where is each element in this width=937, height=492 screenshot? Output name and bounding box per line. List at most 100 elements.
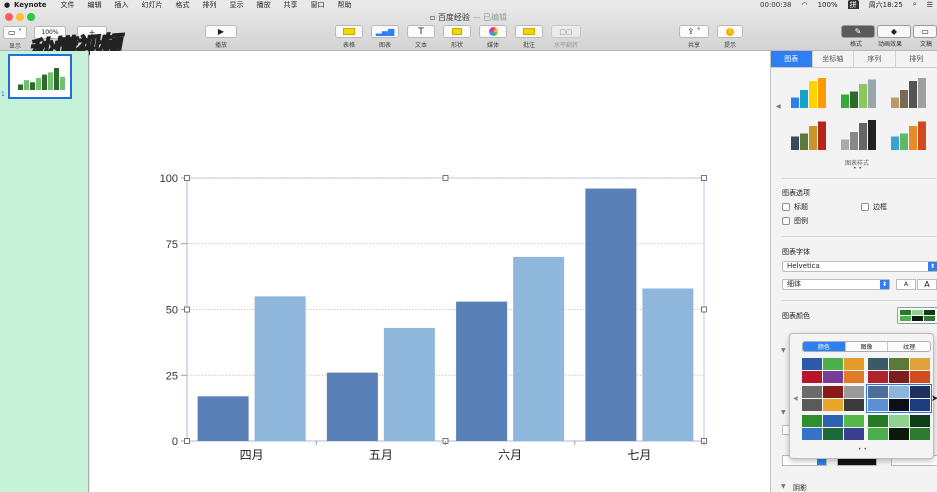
menu-help[interactable]: 帮助 bbox=[338, 0, 352, 9]
y-tick-label: 0 bbox=[172, 436, 178, 448]
bar[interactable] bbox=[513, 256, 565, 441]
font-larger-button[interactable]: A bbox=[917, 279, 937, 290]
menu-slide[interactable]: 幻灯片 bbox=[142, 0, 163, 9]
tab-series[interactable]: 序列 bbox=[854, 51, 896, 67]
document-label: 文稿 bbox=[920, 41, 933, 48]
input-method[interactable]: 拼 bbox=[847, 0, 859, 9]
shape-icon bbox=[452, 28, 462, 35]
color-palette[interactable] bbox=[868, 358, 930, 383]
disclosure-triangle-icon[interactable]: ▼ bbox=[781, 409, 786, 416]
chart-button[interactable]: ▂▄▆ 图表 bbox=[371, 25, 399, 49]
font-family-select[interactable]: Helvetica ⬍ bbox=[782, 261, 937, 272]
slide-navigator: 1 bbox=[0, 51, 89, 492]
color-palette[interactable] bbox=[802, 358, 864, 383]
title-checkbox-label: 标题 bbox=[794, 203, 808, 211]
palette-page-dots[interactable]: •• bbox=[858, 446, 869, 453]
animate-button[interactable]: ◆ bbox=[877, 25, 911, 38]
color-swatch bbox=[910, 428, 930, 440]
flip-button[interactable]: ▢▢ 水平翻转 bbox=[551, 25, 581, 49]
menu-window[interactable]: 窗口 bbox=[311, 0, 325, 9]
document-button[interactable]: ▭ bbox=[913, 25, 937, 38]
share-icon: ⇪ ˅ bbox=[687, 27, 701, 36]
battery-status[interactable]: 100% bbox=[818, 1, 838, 9]
chart-icon: ▂▄▆ bbox=[375, 27, 395, 36]
border-checkbox[interactable]: 边框 bbox=[861, 202, 887, 212]
notification-icon[interactable]: ☰ bbox=[927, 1, 933, 9]
clock[interactable]: 周六18:25 bbox=[869, 0, 903, 9]
tips-button[interactable]: ! 提示 bbox=[717, 25, 743, 49]
tab-axis[interactable]: 坐标轴 bbox=[813, 51, 855, 67]
disclosure-triangle-icon[interactable]: ▼ bbox=[781, 347, 786, 354]
share-button[interactable]: ⇪ ˅ 共享 bbox=[679, 25, 709, 49]
chart-color-picker[interactable] bbox=[897, 307, 937, 324]
shape-button[interactable]: 形状 bbox=[443, 25, 471, 49]
bar[interactable] bbox=[326, 372, 378, 441]
bar[interactable] bbox=[254, 296, 306, 441]
bar[interactable] bbox=[642, 288, 694, 441]
font-smaller-button[interactable]: A bbox=[896, 279, 916, 290]
play-icon: ▶ bbox=[217, 27, 225, 36]
disclosure-triangle-icon[interactable]: ▼ bbox=[781, 483, 786, 490]
y-tick-label: 75 bbox=[166, 239, 178, 251]
legend-checkbox[interactable]: 图例 bbox=[782, 216, 808, 226]
table-button[interactable]: 表格 bbox=[335, 25, 363, 49]
bar-chart[interactable]: 0 25 50 75 100 四月 五月 六月 七月 bbox=[90, 51, 770, 492]
palette-prev-arrow[interactable]: ◀ bbox=[793, 395, 798, 402]
menu-edit[interactable]: 编辑 bbox=[88, 0, 102, 9]
color-swatch bbox=[844, 399, 864, 411]
spotlight-icon[interactable]: ⌕ bbox=[913, 0, 917, 9]
thumbnail-bar bbox=[60, 76, 65, 90]
menu-format[interactable]: 格式 bbox=[176, 0, 190, 9]
style-thumb-bar bbox=[850, 132, 858, 150]
styles-page-dots[interactable]: •• bbox=[853, 165, 864, 172]
bar[interactable] bbox=[456, 301, 508, 441]
style-thumb-bar bbox=[859, 123, 867, 150]
apple-icon[interactable]: ● bbox=[0, 1, 14, 9]
bar[interactable] bbox=[383, 327, 435, 441]
resize-handle[interactable] bbox=[184, 175, 190, 181]
view-button[interactable]: ▭ ˅ 显示 bbox=[3, 26, 27, 50]
resize-handle[interactable] bbox=[184, 438, 190, 444]
menu-play[interactable]: 播放 bbox=[257, 0, 271, 9]
tab-arrange[interactable]: 排列 bbox=[896, 51, 937, 67]
resize-handle[interactable] bbox=[184, 306, 190, 313]
bar[interactable] bbox=[585, 188, 637, 441]
color-swatch bbox=[868, 415, 888, 427]
tab-textures[interactable]: 纹理 bbox=[888, 342, 930, 351]
text-button[interactable]: T 文本 bbox=[407, 25, 435, 49]
menu-arrange[interactable]: 排列 bbox=[203, 0, 217, 9]
comment-icon bbox=[523, 28, 535, 35]
color-swatch bbox=[900, 310, 911, 315]
resize-handle[interactable] bbox=[442, 175, 449, 181]
bar[interactable] bbox=[197, 396, 249, 441]
menu-view[interactable]: 显示 bbox=[230, 0, 244, 9]
title-checkbox[interactable]: 标题 bbox=[782, 202, 808, 212]
slide-canvas[interactable]: 0 25 50 75 100 四月 五月 六月 七月 bbox=[90, 51, 770, 492]
menu-share[interactable]: 共享 bbox=[284, 0, 298, 9]
wifi-icon[interactable]: ◠ bbox=[801, 1, 807, 9]
play-button[interactable]: ▶ 播放 bbox=[205, 25, 237, 49]
chart-styles-grid[interactable] bbox=[786, 73, 936, 153]
menu-insert[interactable]: 插入 bbox=[115, 0, 129, 9]
tab-images[interactable]: 图像 bbox=[845, 342, 889, 351]
color-palette[interactable] bbox=[866, 384, 932, 413]
table-icon bbox=[343, 28, 355, 35]
comment-button[interactable]: 批注 bbox=[515, 25, 543, 49]
styles-prev-arrow[interactable]: ◀ bbox=[776, 103, 781, 110]
color-palette[interactable] bbox=[802, 386, 864, 411]
format-button[interactable]: ✎ bbox=[841, 25, 875, 38]
media-button[interactable]: 媒体 bbox=[479, 25, 507, 49]
app-menu[interactable]: Keynote bbox=[14, 1, 47, 9]
menu-file[interactable]: 文件 bbox=[61, 0, 75, 9]
style-thumb-bar bbox=[891, 136, 899, 150]
resize-handle[interactable] bbox=[701, 306, 707, 313]
tab-colors[interactable]: 颜色 bbox=[803, 342, 846, 351]
font-style-select[interactable]: 细体 ⬍ bbox=[782, 279, 890, 290]
divider bbox=[781, 178, 937, 179]
color-palette[interactable] bbox=[802, 415, 864, 440]
style-thumb-bar bbox=[868, 79, 876, 108]
tab-chart[interactable]: 图表 bbox=[771, 51, 813, 67]
color-palette[interactable] bbox=[868, 415, 930, 440]
resize-handle[interactable] bbox=[701, 175, 707, 181]
slide-thumbnail[interactable] bbox=[8, 54, 72, 99]
